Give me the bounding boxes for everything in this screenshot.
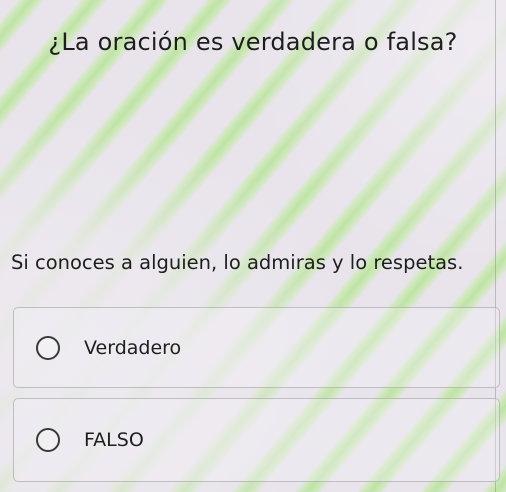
option-falso[interactable]: FALSO xyxy=(13,398,500,482)
question-title: ¿La oración es verdadera o falsa? xyxy=(48,28,458,56)
option-label: FALSO xyxy=(84,429,144,451)
statement-text: Si conoces a alguien, lo admiras y lo re… xyxy=(11,251,464,274)
radio-button-icon[interactable] xyxy=(36,335,60,360)
radio-button-icon[interactable] xyxy=(36,428,60,452)
option-label: Verdadero xyxy=(84,336,182,359)
option-verdadero[interactable]: Verdadero xyxy=(13,307,500,388)
